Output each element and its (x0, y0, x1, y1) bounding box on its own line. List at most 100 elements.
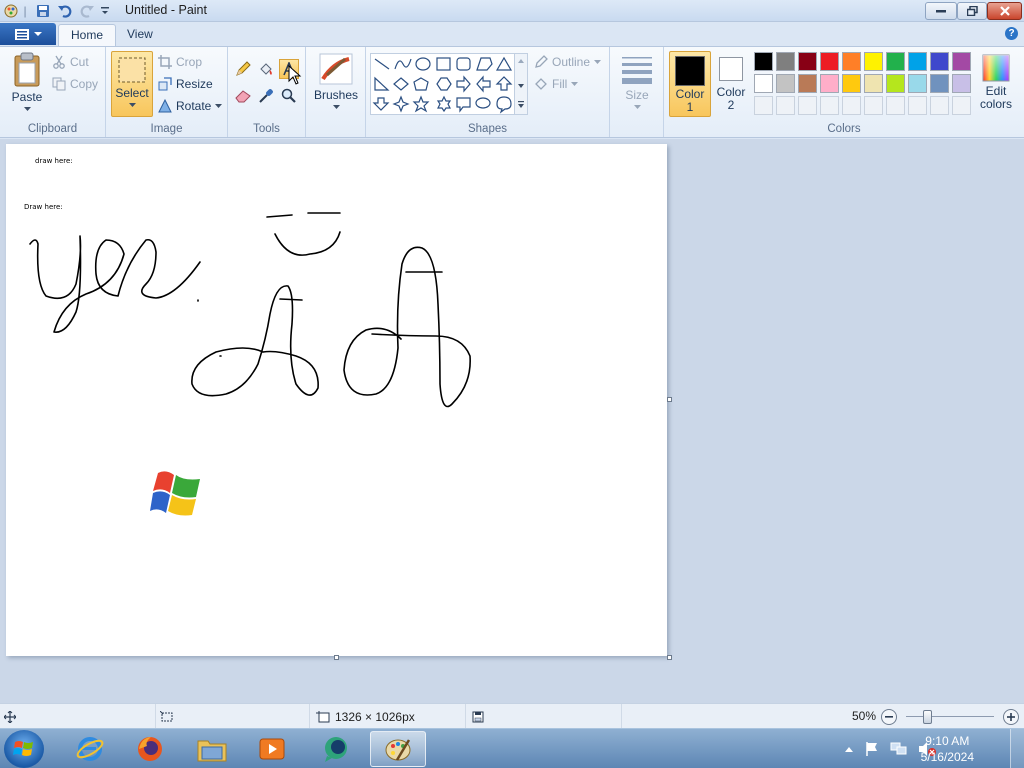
eraser-tool[interactable] (233, 86, 253, 106)
rotate-label: Rotate (176, 99, 212, 113)
fill-button[interactable]: Fill (534, 74, 579, 94)
left-arrow-shape-icon (476, 75, 491, 93)
palette-swatch[interactable] (820, 52, 839, 71)
custom-color-slot[interactable] (820, 96, 839, 115)
custom-color-slot[interactable] (908, 96, 927, 115)
cut-button[interactable]: Cut (52, 52, 89, 72)
brushes-button[interactable]: Brushes (314, 53, 358, 110)
help-icon[interactable]: ? (1005, 27, 1018, 40)
undo-icon[interactable] (56, 3, 74, 19)
custom-color-slot[interactable] (842, 96, 861, 115)
custom-color-slot[interactable] (776, 96, 795, 115)
palette-swatch[interactable] (776, 52, 795, 71)
taskbar-file-explorer[interactable] (184, 731, 240, 767)
right-triangle-shape-icon (374, 76, 390, 91)
palette-swatch[interactable] (864, 52, 883, 71)
down-arrow-shape-icon (372, 97, 390, 111)
palette-swatch[interactable] (842, 52, 861, 71)
palette-swatch[interactable] (908, 52, 927, 71)
palette-swatch[interactable] (952, 52, 971, 71)
tab-view[interactable]: View (115, 24, 165, 46)
show-desktop-button[interactable] (1010, 729, 1024, 768)
taskbar-firefox[interactable] (122, 731, 178, 767)
chat-bubble-icon (325, 737, 347, 762)
clock[interactable]: 9:10 AM 5/16/2024 (921, 733, 974, 765)
canvas-resize-handle-right[interactable] (667, 397, 672, 402)
palette-swatch[interactable] (864, 74, 883, 93)
shapes-gallery (370, 53, 528, 115)
zoom-slider-track[interactable] (906, 716, 994, 717)
redo-icon[interactable] (78, 3, 96, 19)
network-icon[interactable] (890, 741, 908, 757)
palette-swatch[interactable] (908, 74, 927, 93)
custom-color-slot[interactable] (798, 96, 817, 115)
image-group: Select Crop Resize Rotate Image (106, 47, 228, 137)
folder-icon (197, 740, 227, 762)
palette-swatch[interactable] (952, 74, 971, 93)
taskbar-internet-explorer[interactable] (62, 731, 118, 767)
custom-color-slot[interactable] (952, 96, 971, 115)
custom-color-slot[interactable] (886, 96, 905, 115)
edit-colors-button[interactable]: Edit colors (976, 53, 1016, 110)
copy-button[interactable]: Copy (52, 74, 98, 94)
palette-swatch[interactable] (842, 74, 861, 93)
taskbar-paint[interactable] (370, 731, 426, 767)
start-button[interactable] (4, 730, 44, 768)
customize-quick-access-icon[interactable] (99, 3, 111, 19)
palette-swatch[interactable] (754, 52, 773, 71)
palette-swatch[interactable] (930, 52, 949, 71)
palette-swatch[interactable] (754, 74, 773, 93)
show-hidden-icons-icon[interactable] (844, 745, 854, 753)
cursor-position-icon (4, 710, 16, 723)
cut-label: Cut (70, 55, 89, 69)
size-label: Size (625, 88, 649, 102)
color2-button[interactable]: Color 2 (714, 55, 748, 111)
yes-scribble (29, 235, 201, 333)
canvas-resize-handle-bottom[interactable] (334, 655, 339, 660)
tab-home[interactable]: Home (58, 24, 117, 46)
crop-button[interactable]: Crop (158, 52, 202, 72)
taskbar-chat-app[interactable] (308, 731, 364, 767)
rotate-button[interactable]: Rotate (158, 96, 223, 116)
zoom-slider-thumb[interactable] (923, 710, 932, 724)
fill-tool[interactable] (256, 59, 276, 79)
palette-swatch[interactable] (776, 74, 795, 93)
smiley-mouth (274, 231, 341, 256)
color1-button[interactable]: Color 1 (669, 51, 711, 117)
outline-label: Outline (552, 55, 591, 69)
select-button[interactable]: Select (111, 51, 153, 117)
zoom-out-button[interactable] (881, 709, 897, 725)
taskbar-media-player[interactable] (244, 731, 300, 767)
paste-button[interactable]: Paste (8, 52, 46, 112)
restore-button[interactable] (957, 2, 987, 20)
custom-color-slot[interactable] (754, 96, 773, 115)
smiley-eyes (266, 212, 341, 218)
palette-swatch[interactable] (886, 52, 905, 71)
custom-color-slot[interactable] (864, 96, 883, 115)
selection-size-icon (160, 710, 173, 721)
size-button[interactable]: Size (618, 53, 656, 110)
save-icon[interactable] (35, 3, 51, 19)
outline-button[interactable]: Outline (534, 52, 602, 72)
shapes-scrollbar[interactable] (514, 53, 528, 115)
paint-app-icon[interactable] (3, 3, 19, 19)
palette-swatch[interactable] (820, 74, 839, 93)
palette-swatch[interactable] (798, 74, 817, 93)
palette-swatch[interactable] (798, 52, 817, 71)
drawing-canvas[interactable]: draw here: Draw here: (6, 144, 667, 656)
color-picker-tool[interactable] (256, 86, 276, 106)
minimize-button[interactable] (925, 2, 957, 20)
close-button[interactable] (987, 2, 1022, 20)
magnifier-tool[interactable] (279, 86, 299, 106)
canvas-resize-handle-corner[interactable] (667, 655, 672, 660)
pencil-tool[interactable] (233, 59, 253, 79)
palette-swatch[interactable] (886, 74, 905, 93)
canvas-size-cell: 1326 × 1026px (316, 704, 466, 729)
resize-button[interactable]: Resize (158, 74, 213, 94)
custom-color-slot[interactable] (930, 96, 949, 115)
cursor-position-cell (4, 704, 156, 729)
zoom-in-button[interactable] (1003, 709, 1019, 725)
action-center-flag-icon[interactable] (864, 741, 880, 757)
paint-menu-button[interactable] (0, 23, 56, 45)
palette-swatch[interactable] (930, 74, 949, 93)
